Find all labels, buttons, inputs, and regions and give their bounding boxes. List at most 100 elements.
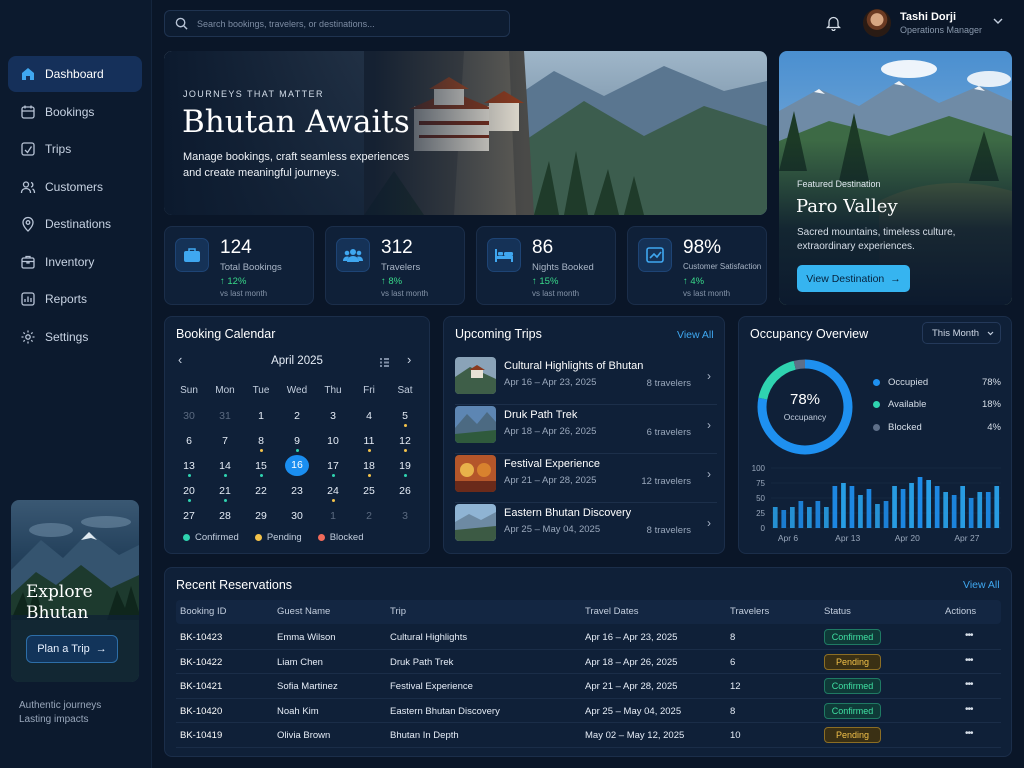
calendar-day[interactable]: 16: [279, 455, 315, 476]
calendar-day[interactable]: 3: [387, 507, 423, 525]
calendar-day[interactable]: 11: [351, 432, 387, 452]
calendar-day-number: 23: [291, 484, 303, 497]
sidebar-item-customers[interactable]: Customers: [8, 169, 142, 205]
occupancy-bar: [832, 486, 838, 528]
more-actions-icon[interactable]: •••: [965, 704, 973, 715]
sidebar-item-dashboard[interactable]: Dashboard: [8, 56, 142, 92]
search-input[interactable]: Search bookings, travelers, or destinati…: [164, 10, 510, 37]
sidebar-item-destinations[interactable]: Destinations: [8, 206, 142, 242]
calendar-day[interactable]: 3: [315, 407, 351, 425]
more-actions-icon[interactable]: •••: [965, 655, 973, 666]
calendar-day[interactable]: 12: [387, 432, 423, 452]
calendar-day[interactable]: 15: [243, 457, 279, 477]
trip-item[interactable]: Festival Experience Apr 21 – Apr 28, 202…: [455, 454, 717, 503]
calendar-day[interactable]: 1: [243, 407, 279, 425]
stat-value: 98%: [683, 237, 722, 258]
calendar-day[interactable]: 28: [207, 507, 243, 525]
plan-trip-button[interactable]: Plan a Trip →: [26, 635, 118, 663]
calendar-day[interactable]: 17: [315, 457, 351, 477]
sidebar-item-trips[interactable]: Trips: [8, 131, 142, 167]
featured-destination-card: Featured Destination Paro Valley Sacred …: [779, 51, 1012, 305]
avatar[interactable]: [863, 9, 891, 37]
stat-delta: ↑ 15%: [532, 276, 559, 287]
occupancy-bar: [858, 495, 863, 528]
calendar-day[interactable]: 31: [207, 407, 243, 425]
calendar-day[interactable]: 27: [171, 507, 207, 525]
occupancy-bar: [815, 501, 821, 528]
trip-item[interactable]: Druk Path Trek Apr 18 – Apr 26, 2025 6 t…: [455, 405, 717, 454]
calendar-day[interactable]: 24: [315, 482, 351, 502]
table-row[interactable]: BK-10422 Liam Chen Druk Path Trek Apr 18…: [176, 650, 1001, 674]
chevron-right-icon: ›: [707, 516, 711, 530]
more-actions-icon[interactable]: •••: [965, 630, 973, 641]
trip-travelers: 8 travelers: [646, 525, 691, 536]
trip-item[interactable]: Cultural Highlights of Bhutan Apr 16 – A…: [455, 356, 717, 405]
arrow-right-icon: →: [95, 643, 107, 655]
table-row[interactable]: BK-10420 Noah Kim Eastern Bhutan Discove…: [176, 699, 1001, 723]
sidebar-item-inventory[interactable]: Inventory: [8, 244, 142, 280]
calendar-day[interactable]: 23: [279, 482, 315, 500]
occupancy-bar: [892, 486, 897, 528]
legend-blocked: Blocked: [317, 532, 364, 543]
calendar-week-row: 6 7 8 9 10 11 12: [171, 428, 423, 453]
trip-item[interactable]: Eastern Bhutan Discovery Apr 25 – May 04…: [455, 503, 717, 552]
calendar-day[interactable]: 7: [207, 432, 243, 450]
occupancy-bar: [934, 486, 940, 528]
calendar-day[interactable]: 5: [387, 407, 423, 427]
weekday-label: Sat: [397, 384, 413, 396]
calendar-day[interactable]: 20: [171, 482, 207, 502]
legend-label: Occupied: [888, 377, 929, 388]
calendar-day[interactable]: 13: [171, 457, 207, 477]
calendar-day[interactable]: 10: [315, 432, 351, 450]
more-actions-icon[interactable]: •••: [965, 679, 973, 690]
booking-id: BK-10423: [180, 632, 223, 643]
stat-note: vs last month: [220, 289, 268, 298]
calendar-day[interactable]: 30: [171, 407, 207, 425]
calendar-day[interactable]: 30: [279, 507, 315, 525]
weekday-label: Thu: [324, 384, 342, 396]
trip-dates: Apr 25 – May 04, 2025: [504, 524, 601, 535]
chart-icon: [21, 292, 35, 306]
calendar-day[interactable]: 14: [207, 457, 243, 477]
calendar-day[interactable]: 2: [279, 407, 315, 425]
calendar-day[interactable]: 21: [207, 482, 243, 502]
calendar-day[interactable]: 8: [243, 432, 279, 452]
stat-label: Nights Booked: [532, 262, 594, 273]
period-select[interactable]: This Month: [922, 322, 1001, 344]
calendar-month: April 2025: [271, 355, 323, 367]
calendar-day[interactable]: 18: [351, 457, 387, 477]
calendar-day[interactable]: 26: [387, 482, 423, 500]
calendar-day[interactable]: 25: [351, 482, 387, 500]
stat-value: 312: [381, 237, 413, 258]
calendar-day[interactable]: 6: [171, 432, 207, 450]
calendar-day-number: 19: [399, 459, 411, 472]
table-row[interactable]: BK-10419 Olivia Brown Bhutan In Depth Ma…: [176, 723, 1001, 748]
stat-delta-value: 4%: [690, 276, 705, 287]
calendar-day[interactable]: 19: [387, 457, 423, 477]
calendar-day[interactable]: 9: [279, 432, 315, 452]
view-all-reservations-link[interactable]: View All: [963, 579, 1000, 591]
calendar-day[interactable]: 4: [351, 407, 387, 425]
calendar-settings-icon[interactable]: [380, 358, 389, 367]
sidebar-item-label: Settings: [45, 329, 89, 344]
occupancy-panel: Occupancy Overview This Month 78% Occupa…: [738, 316, 1012, 554]
sidebar-item-settings[interactable]: Settings: [8, 319, 142, 355]
calendar-day-number: 31: [219, 409, 231, 422]
table-row[interactable]: BK-10421 Sofia Martinez Festival Experie…: [176, 674, 1001, 699]
calendar-day[interactable]: 1: [315, 507, 351, 525]
more-actions-icon[interactable]: •••: [965, 728, 973, 739]
view-destination-button[interactable]: View Destination →: [797, 265, 910, 292]
x-tick-label: Apr 6: [778, 533, 799, 543]
chevron-right-icon[interactable]: ›: [407, 352, 411, 367]
bell-icon[interactable]: [826, 15, 841, 31]
stat-note: vs last month: [683, 289, 731, 298]
table-row[interactable]: BK-10423 Emma Wilson Cultural Highlights…: [176, 625, 1001, 650]
chevron-down-icon[interactable]: [993, 17, 1003, 25]
view-all-trips-link[interactable]: View All: [677, 329, 714, 341]
sidebar-item-reports[interactable]: Reports: [8, 281, 142, 317]
calendar-day[interactable]: 22: [243, 482, 279, 500]
sidebar-item-bookings[interactable]: Bookings: [8, 94, 142, 130]
status-badge: Pending: [824, 727, 881, 743]
calendar-day[interactable]: 2: [351, 507, 387, 525]
calendar-day[interactable]: 29: [243, 507, 279, 525]
